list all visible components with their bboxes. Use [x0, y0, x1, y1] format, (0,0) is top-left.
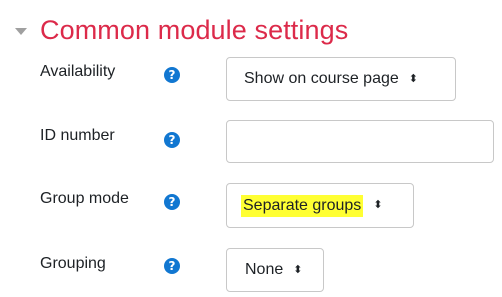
grouping-row: Grouping ? None ⬍	[0, 246, 502, 296]
module-settings-page: Common module settings Availability ? Sh…	[0, 0, 502, 297]
grouping-value: None	[245, 261, 284, 278]
idnumber-row: ID number ?	[0, 118, 502, 168]
section-header[interactable]: Common module settings	[15, 10, 348, 50]
question-circle-icon[interactable]: ?	[164, 258, 180, 274]
up-down-arrows-icon: ⬍	[408, 72, 418, 85]
question-circle-icon[interactable]: ?	[164, 132, 180, 148]
groupmode-row: Group mode ? Separate groups ⬍	[0, 180, 502, 230]
groupmode-select[interactable]: Separate groups ⬍	[226, 183, 414, 228]
groupmode-value: Separate groups	[241, 194, 364, 217]
groupmode-label: Group mode	[40, 190, 129, 207]
question-circle-icon[interactable]: ?	[164, 67, 180, 83]
availability-value: Show on course page	[244, 70, 399, 87]
availability-label: Availability	[40, 63, 116, 80]
availability-row: Availability ? Show on course page ⬍	[0, 55, 502, 105]
caret-down-icon[interactable]	[15, 27, 27, 35]
up-down-arrows-icon: ⬍	[373, 199, 383, 211]
idnumber-input[interactable]	[226, 120, 494, 163]
grouping-label: Grouping	[40, 255, 106, 272]
idnumber-label: ID number	[40, 127, 115, 144]
up-down-arrows-icon: ⬍	[293, 263, 303, 276]
availability-select[interactable]: Show on course page ⬍	[226, 57, 456, 101]
grouping-select[interactable]: None ⬍	[226, 248, 324, 292]
question-circle-icon[interactable]: ?	[164, 194, 180, 210]
section-title: Common module settings	[40, 14, 349, 45]
